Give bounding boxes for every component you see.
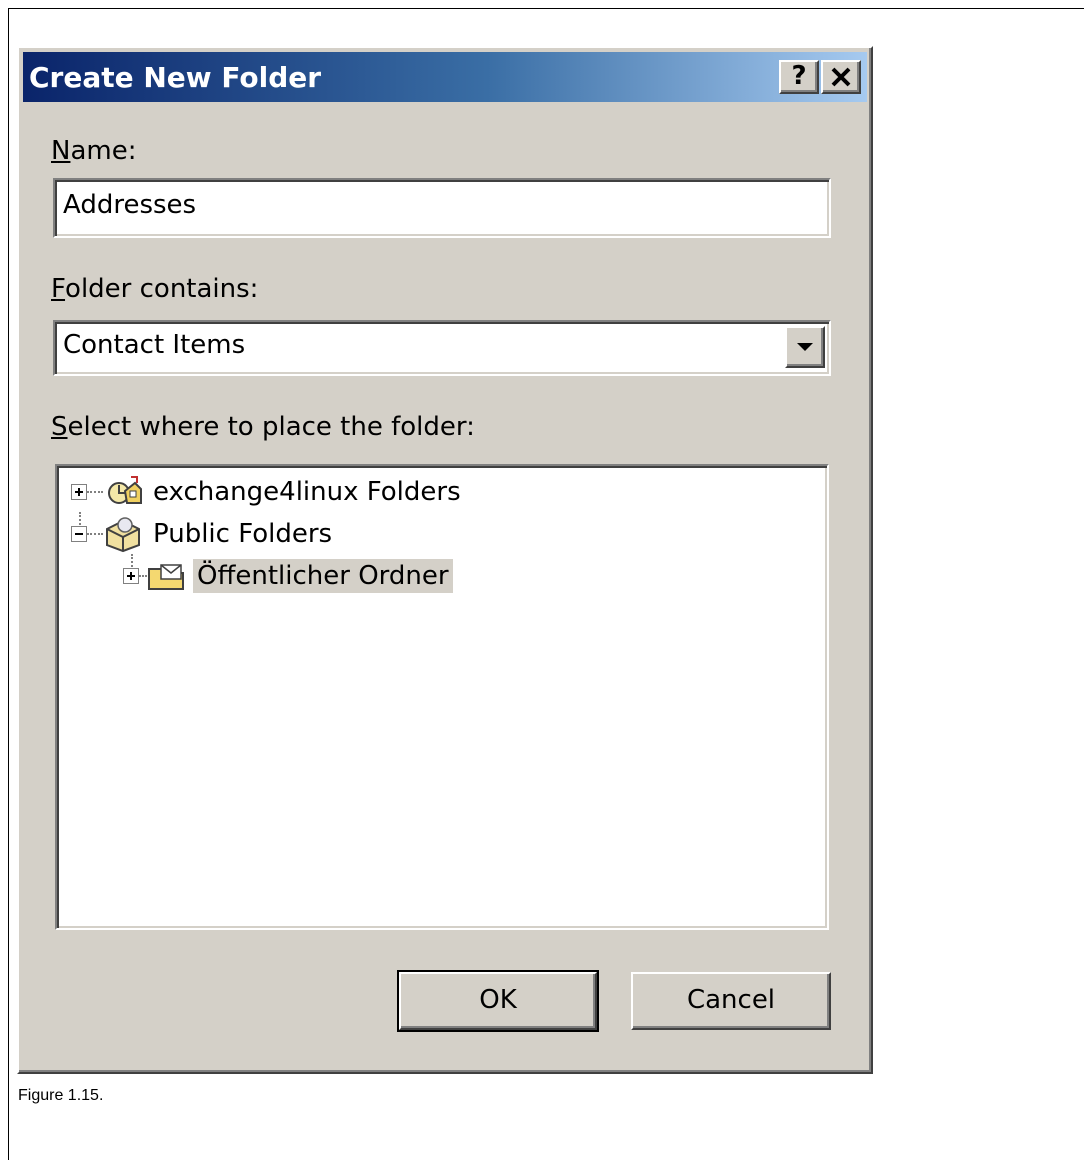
close-button[interactable] <box>821 60 861 94</box>
tree-item-oeffentlicher-ordner[interactable]: Öffentlicher Ordner <box>123 556 453 596</box>
help-button[interactable]: ? <box>779 60 819 94</box>
location-label-text: elect where to place the folder: <box>67 412 475 442</box>
folder-contains-text: older contains: <box>65 274 259 304</box>
dropdown-button[interactable] <box>785 326 825 368</box>
location-label-mnemonic: S <box>51 412 68 442</box>
folder-contains-select[interactable]: Contact Items <box>53 320 831 376</box>
cancel-button[interactable]: Cancel <box>631 972 831 1030</box>
chevron-down-icon <box>797 343 813 351</box>
dialog-title: Create New Folder <box>29 61 322 94</box>
tree-item-label-selected: Öffentlicher Ordner <box>193 559 453 593</box>
close-icon <box>831 67 851 87</box>
tree-item-public-folders[interactable]: Public Folders <box>71 514 336 554</box>
folder-contains-label: Folder contains: <box>51 274 258 304</box>
tree-connector <box>139 575 147 577</box>
tree-connector <box>87 533 103 535</box>
tree-item-label: Public Folders <box>153 519 333 549</box>
public-folders-icon <box>106 517 140 553</box>
ok-button[interactable]: OK <box>397 970 599 1032</box>
name-label: Name: <box>51 136 136 166</box>
folder-tree[interactable]: exchange4linux Folders Public Folders Öf… <box>55 464 829 930</box>
title-bar[interactable]: Create New Folder ? <box>23 52 867 102</box>
tree-item-label: exchange4linux Folders <box>153 477 461 507</box>
folder-contains-mnemonic: F <box>51 274 66 304</box>
expand-icon[interactable] <box>71 484 87 500</box>
collapse-icon[interactable] <box>71 526 87 542</box>
mailbox-icon <box>108 476 142 504</box>
create-new-folder-dialog: Create New Folder ? Name: Addresses Fold… <box>17 46 873 1074</box>
name-field[interactable]: Addresses <box>53 178 831 238</box>
name-label-text: ame: <box>70 136 137 166</box>
location-label: Select where to place the folder: <box>51 412 475 442</box>
folder-contains-value: Contact Items <box>63 330 246 360</box>
tree-item-exchange4linux[interactable]: exchange4linux Folders <box>71 472 465 512</box>
tree-connector <box>87 491 103 493</box>
expand-icon[interactable] <box>123 568 139 584</box>
name-label-mnemonic: N <box>51 136 71 166</box>
name-field-value: Addresses <box>63 190 197 220</box>
mail-folder-icon <box>148 564 184 590</box>
figure-caption: Figure 1.15. <box>18 1087 104 1104</box>
